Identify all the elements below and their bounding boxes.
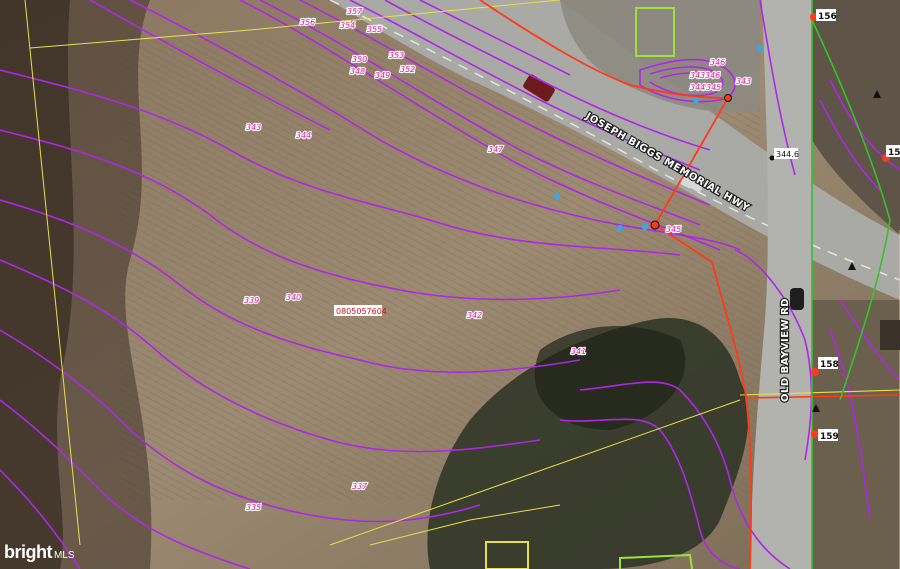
contour-label: 345 [666, 225, 681, 234]
contour-label: 343 [736, 77, 751, 86]
contour-label: 345 [706, 83, 721, 92]
contour-label: 335 [246, 503, 261, 512]
node-label-156: 156 [818, 12, 837, 22]
contour-label: 357 [347, 7, 363, 16]
watermark-mls: MLS [54, 550, 75, 561]
contour-label: 344 [296, 131, 311, 140]
contour-label: 348 [350, 67, 365, 76]
contour-label: 344 [690, 83, 705, 92]
contour-label: 346 [710, 58, 725, 67]
contour-label: 350 [352, 55, 367, 64]
contour-label: 337 [352, 482, 368, 491]
spot-elevation-label: 344.6 [776, 150, 799, 159]
node-label-158: 158 [820, 360, 839, 370]
contour-label: 343 [690, 71, 705, 80]
contour-label: 353 [389, 51, 404, 60]
contour-label: 343 [246, 123, 261, 132]
contour-label: 354 [340, 21, 355, 30]
contour-label: 347 [488, 145, 504, 154]
contour-label: 339 [244, 296, 259, 305]
contour-label: 346 [705, 71, 720, 80]
watermark-brand: bright [4, 542, 53, 562]
node-label-159: 159 [820, 432, 839, 442]
mls-watermark: bright MLS [4, 542, 75, 563]
cross-road-label: OLD BAYVIEW RD [780, 298, 791, 402]
contour-label: 342 [467, 311, 482, 320]
contour-label: 341 [571, 347, 586, 356]
node-label-15: 15 [888, 148, 900, 158]
contour-label: 355 [367, 25, 382, 34]
contour-label: 352 [400, 65, 415, 74]
contour-label: 349 [375, 71, 390, 80]
car-icon [790, 288, 804, 310]
contour-label: 340 [286, 293, 301, 302]
parcel-id-label[interactable]: 0805057604 [336, 307, 387, 316]
aerial-map-layer: 356 354 355 357 350 353 352 348 349 343 … [0, 0, 900, 569]
contour-label: 356 [300, 18, 315, 27]
map-view[interactable]: 356 354 355 357 350 353 352 348 349 343 … [0, 0, 900, 569]
structure-roof [880, 320, 900, 350]
